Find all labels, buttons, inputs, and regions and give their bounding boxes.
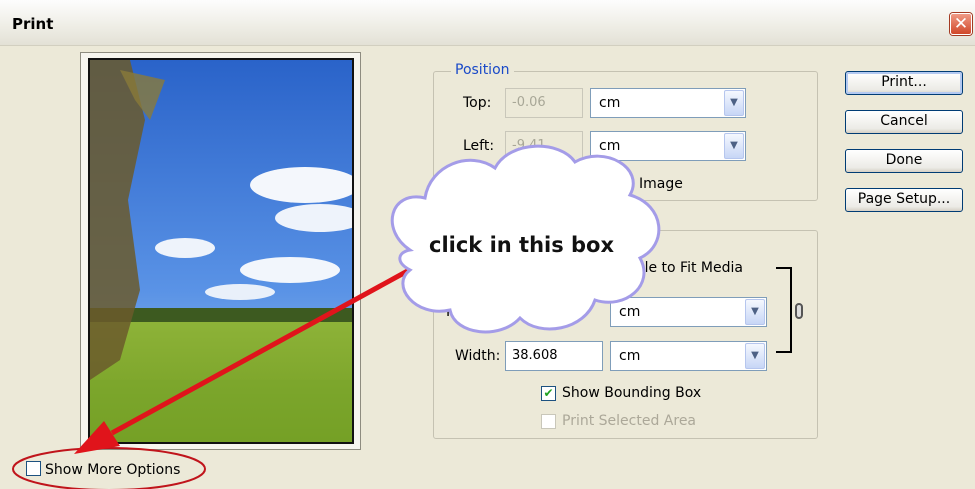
scaled-print-size-group [433,230,818,439]
print-selected-area-label: Print Selected Area [562,413,697,429]
proportion-link-bracket [776,267,792,353]
scale-to-fit-label: ale to Fit Media [636,260,743,276]
chevron-down-icon[interactable]: ▼ [745,343,765,369]
width-unit-value: cm [619,348,641,364]
left-unit-select[interactable]: cm ▼ [590,131,746,161]
center-image-label: Image [639,176,683,192]
width-label: Width: [455,348,501,364]
show-more-options-label[interactable]: Show More Options [45,462,180,478]
chevron-down-icon[interactable]: ▼ [745,299,765,325]
close-icon[interactable]: ✕ [950,13,972,35]
chevron-down-icon[interactable]: ▼ [724,133,744,159]
done-button[interactable]: Done [845,149,963,173]
height-unit-value: cm [619,304,641,320]
left-label: Left: [463,138,495,154]
page-setup-button[interactable]: Page Setup... [845,188,963,212]
print-selected-area-checkbox[interactable] [541,414,556,429]
show-bounding-box-checkbox[interactable]: ✔ [541,386,556,401]
left-unit-value: cm [599,138,621,154]
position-legend: Position [451,62,514,78]
cancel-button[interactable]: Cancel [845,110,963,134]
top-unit-value: cm [599,95,621,111]
print-button[interactable]: Print... [845,71,963,95]
top-label: Top: [463,95,492,111]
height-label: Heig [446,304,478,320]
show-bounding-box-label[interactable]: Show Bounding Box [562,385,701,401]
title-bar: Print ✕ [0,0,975,46]
preview-image [88,58,354,444]
dialog-title: Print [12,15,54,33]
show-more-options-checkbox[interactable] [26,461,41,476]
chevron-down-icon[interactable]: ▼ [724,90,744,116]
top-unit-select[interactable]: cm ▼ [590,88,746,118]
width-field[interactable]: 38.608 [505,341,603,371]
width-unit-select[interactable]: cm ▼ [610,341,767,371]
height-unit-select[interactable]: cm ▼ [610,297,767,327]
top-field[interactable]: -0.06 [505,88,583,118]
left-field[interactable]: -9.41 [505,131,583,161]
chain-link-icon[interactable] [795,303,803,319]
